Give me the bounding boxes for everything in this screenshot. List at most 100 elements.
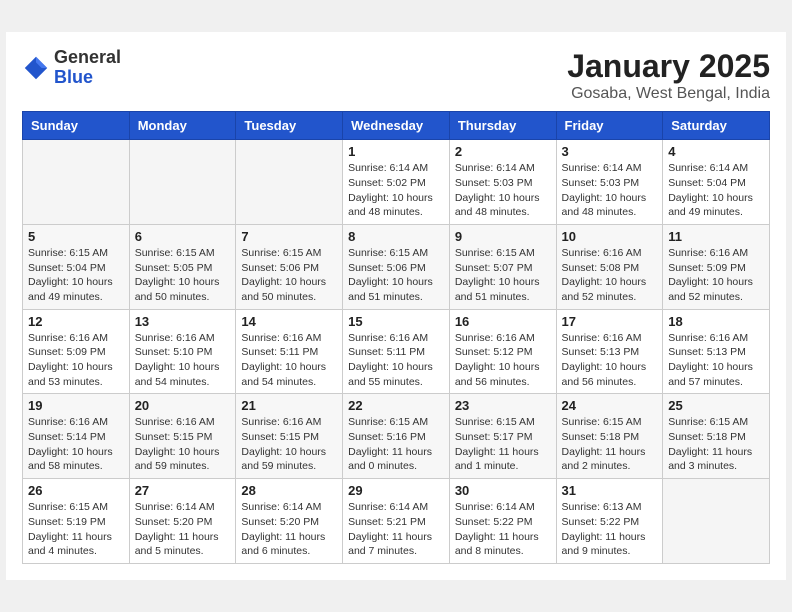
day-number: 21 [241, 398, 337, 413]
table-row: 10 Sunrise: 6:16 AM Sunset: 5:08 PM Dayli… [556, 224, 663, 309]
title-section: January 2025 Gosaba, West Bengal, India [567, 48, 770, 103]
day-info: Sunrise: 6:15 AM Sunset: 5:16 PM Dayligh… [348, 415, 444, 474]
day-number: 24 [562, 398, 658, 413]
day-number: 1 [348, 144, 444, 159]
day-number: 8 [348, 229, 444, 244]
day-info: Sunrise: 6:14 AM Sunset: 5:03 PM Dayligh… [562, 161, 658, 220]
table-row: 31Sunrise: 6:13 AM Sunset: 5:22 PM Dayli… [556, 479, 663, 564]
header-thursday: Thursday [449, 112, 556, 140]
day-info: Sunrise: 6:14 AM Sunset: 5:02 PM Dayligh… [348, 161, 444, 220]
table-row [129, 140, 236, 225]
day-number: 26 [28, 483, 124, 498]
day-info: Sunrise: 6:15 AM Sunset: 5:18 PM Dayligh… [668, 415, 764, 474]
table-row: 25 Sunrise: 6:15 AM Sunset: 5:18 PM Dayli… [663, 394, 770, 479]
calendar-grid: Sunday Monday Tuesday Wednesday Thursday… [22, 111, 770, 564]
day-info: Sunrise: 6:14 AM Sunset: 5:03 PM Dayligh… [455, 161, 551, 220]
header-section: General Blue January 2025 Gosaba, West B… [22, 48, 770, 103]
table-row: 28 Sunrise: 6:14 AM Sunset: 5:20 PM Dayli… [236, 479, 343, 564]
day-info: Sunrise: 6:16 AM Sunset: 5:13 PM Dayligh… [562, 331, 658, 390]
table-row: 17 Sunrise: 6:16 AM Sunset: 5:13 PM Dayli… [556, 309, 663, 394]
table-row: 1 Sunrise: 6:14 AM Sunset: 5:02 PM Daylig… [343, 140, 450, 225]
table-row: 16 Sunrise: 6:16 AM Sunset: 5:12 PM Dayli… [449, 309, 556, 394]
table-row: 12 Sunrise: 6:16 AM Sunset: 5:09 PM Dayli… [23, 309, 130, 394]
table-row: 23 Sunrise: 6:15 AM Sunset: 5:17 PM Dayli… [449, 394, 556, 479]
day-number: 22 [348, 398, 444, 413]
day-info: Sunrise: 6:16 AM Sunset: 5:12 PM Dayligh… [455, 331, 551, 390]
day-number: 16 [455, 314, 551, 329]
header-wednesday: Wednesday [343, 112, 450, 140]
day-info: Sunrise: 6:16 AM Sunset: 5:10 PM Dayligh… [135, 331, 231, 390]
day-info: Sunrise: 6:13 AM Sunset: 5:22 PM Dayligh… [562, 500, 658, 559]
table-row: 4Sunrise: 6:14 AM Sunset: 5:04 PM Daylig… [663, 140, 770, 225]
table-row: 20 Sunrise: 6:16 AM Sunset: 5:15 PM Dayli… [129, 394, 236, 479]
week-row-2: 12 Sunrise: 6:16 AM Sunset: 5:09 PM Dayli… [23, 309, 770, 394]
table-row: 22 Sunrise: 6:15 AM Sunset: 5:16 PM Dayli… [343, 394, 450, 479]
day-info: Sunrise: 6:16 AM Sunset: 5:13 PM Dayligh… [668, 331, 764, 390]
header-sunday: Sunday [23, 112, 130, 140]
day-info: Sunrise: 6:16 AM Sunset: 5:15 PM Dayligh… [241, 415, 337, 474]
table-row: 15 Sunrise: 6:16 AM Sunset: 5:11 PM Dayli… [343, 309, 450, 394]
table-row: 6Sunrise: 6:15 AM Sunset: 5:05 PM Daylig… [129, 224, 236, 309]
day-info: Sunrise: 6:16 AM Sunset: 5:11 PM Dayligh… [348, 331, 444, 390]
day-info: Sunrise: 6:15 AM Sunset: 5:18 PM Dayligh… [562, 415, 658, 474]
table-row: 27Sunrise: 6:14 AM Sunset: 5:20 PM Dayli… [129, 479, 236, 564]
logo: General Blue [22, 48, 121, 88]
day-number: 14 [241, 314, 337, 329]
week-row-1: 5Sunrise: 6:15 AM Sunset: 5:04 PM Daylig… [23, 224, 770, 309]
day-number: 23 [455, 398, 551, 413]
table-row: 30 Sunrise: 6:14 AM Sunset: 5:22 PM Dayli… [449, 479, 556, 564]
table-row [236, 140, 343, 225]
day-number: 27 [135, 483, 231, 498]
day-info: Sunrise: 6:16 AM Sunset: 5:08 PM Dayligh… [562, 246, 658, 305]
day-info: Sunrise: 6:14 AM Sunset: 5:22 PM Dayligh… [455, 500, 551, 559]
table-row: 26 Sunrise: 6:15 AM Sunset: 5:19 PM Dayli… [23, 479, 130, 564]
day-info: Sunrise: 6:16 AM Sunset: 5:15 PM Dayligh… [135, 415, 231, 474]
day-number: 17 [562, 314, 658, 329]
header-tuesday: Tuesday [236, 112, 343, 140]
day-info: Sunrise: 6:16 AM Sunset: 5:09 PM Dayligh… [28, 331, 124, 390]
day-info: Sunrise: 6:16 AM Sunset: 5:11 PM Dayligh… [241, 331, 337, 390]
header-saturday: Saturday [663, 112, 770, 140]
day-info: Sunrise: 6:15 AM Sunset: 5:06 PM Dayligh… [241, 246, 337, 305]
table-row: 11Sunrise: 6:16 AM Sunset: 5:09 PM Dayli… [663, 224, 770, 309]
day-number: 18 [668, 314, 764, 329]
day-number: 12 [28, 314, 124, 329]
table-row: 14 Sunrise: 6:16 AM Sunset: 5:11 PM Dayli… [236, 309, 343, 394]
day-number: 19 [28, 398, 124, 413]
table-row: 24 Sunrise: 6:15 AM Sunset: 5:18 PM Dayli… [556, 394, 663, 479]
table-row: 18 Sunrise: 6:16 AM Sunset: 5:13 PM Dayli… [663, 309, 770, 394]
table-row: 2 Sunrise: 6:14 AM Sunset: 5:03 PM Daylig… [449, 140, 556, 225]
table-row: 19 Sunrise: 6:16 AM Sunset: 5:14 PM Dayli… [23, 394, 130, 479]
logo-general-text: General [54, 47, 121, 67]
day-number: 25 [668, 398, 764, 413]
day-number: 5 [28, 229, 124, 244]
day-number: 20 [135, 398, 231, 413]
day-number: 10 [562, 229, 658, 244]
day-number: 7 [241, 229, 337, 244]
table-row: 29 Sunrise: 6:14 AM Sunset: 5:21 PM Dayli… [343, 479, 450, 564]
day-number: 2 [455, 144, 551, 159]
calendar-container: General Blue January 2025 Gosaba, West B… [6, 32, 786, 580]
day-info: Sunrise: 6:14 AM Sunset: 5:21 PM Dayligh… [348, 500, 444, 559]
day-info: Sunrise: 6:14 AM Sunset: 5:20 PM Dayligh… [241, 500, 337, 559]
day-number: 30 [455, 483, 551, 498]
day-number: 15 [348, 314, 444, 329]
day-number: 4 [668, 144, 764, 159]
day-info: Sunrise: 6:15 AM Sunset: 5:17 PM Dayligh… [455, 415, 551, 474]
table-row [663, 479, 770, 564]
week-row-3: 19 Sunrise: 6:16 AM Sunset: 5:14 PM Dayli… [23, 394, 770, 479]
location-title: Gosaba, West Bengal, India [567, 85, 770, 103]
day-number: 11 [668, 229, 764, 244]
day-info: Sunrise: 6:15 AM Sunset: 5:19 PM Dayligh… [28, 500, 124, 559]
header-monday: Monday [129, 112, 236, 140]
day-info: Sunrise: 6:16 AM Sunset: 5:14 PM Dayligh… [28, 415, 124, 474]
logo-blue-text: Blue [54, 67, 93, 87]
month-title: January 2025 [567, 48, 770, 85]
day-info: Sunrise: 6:15 AM Sunset: 5:06 PM Dayligh… [348, 246, 444, 305]
day-number: 29 [348, 483, 444, 498]
table-row: 13Sunrise: 6:16 AM Sunset: 5:10 PM Dayli… [129, 309, 236, 394]
table-row: 21 Sunrise: 6:16 AM Sunset: 5:15 PM Dayli… [236, 394, 343, 479]
table-row: 5Sunrise: 6:15 AM Sunset: 5:04 PM Daylig… [23, 224, 130, 309]
day-number: 28 [241, 483, 337, 498]
header-friday: Friday [556, 112, 663, 140]
